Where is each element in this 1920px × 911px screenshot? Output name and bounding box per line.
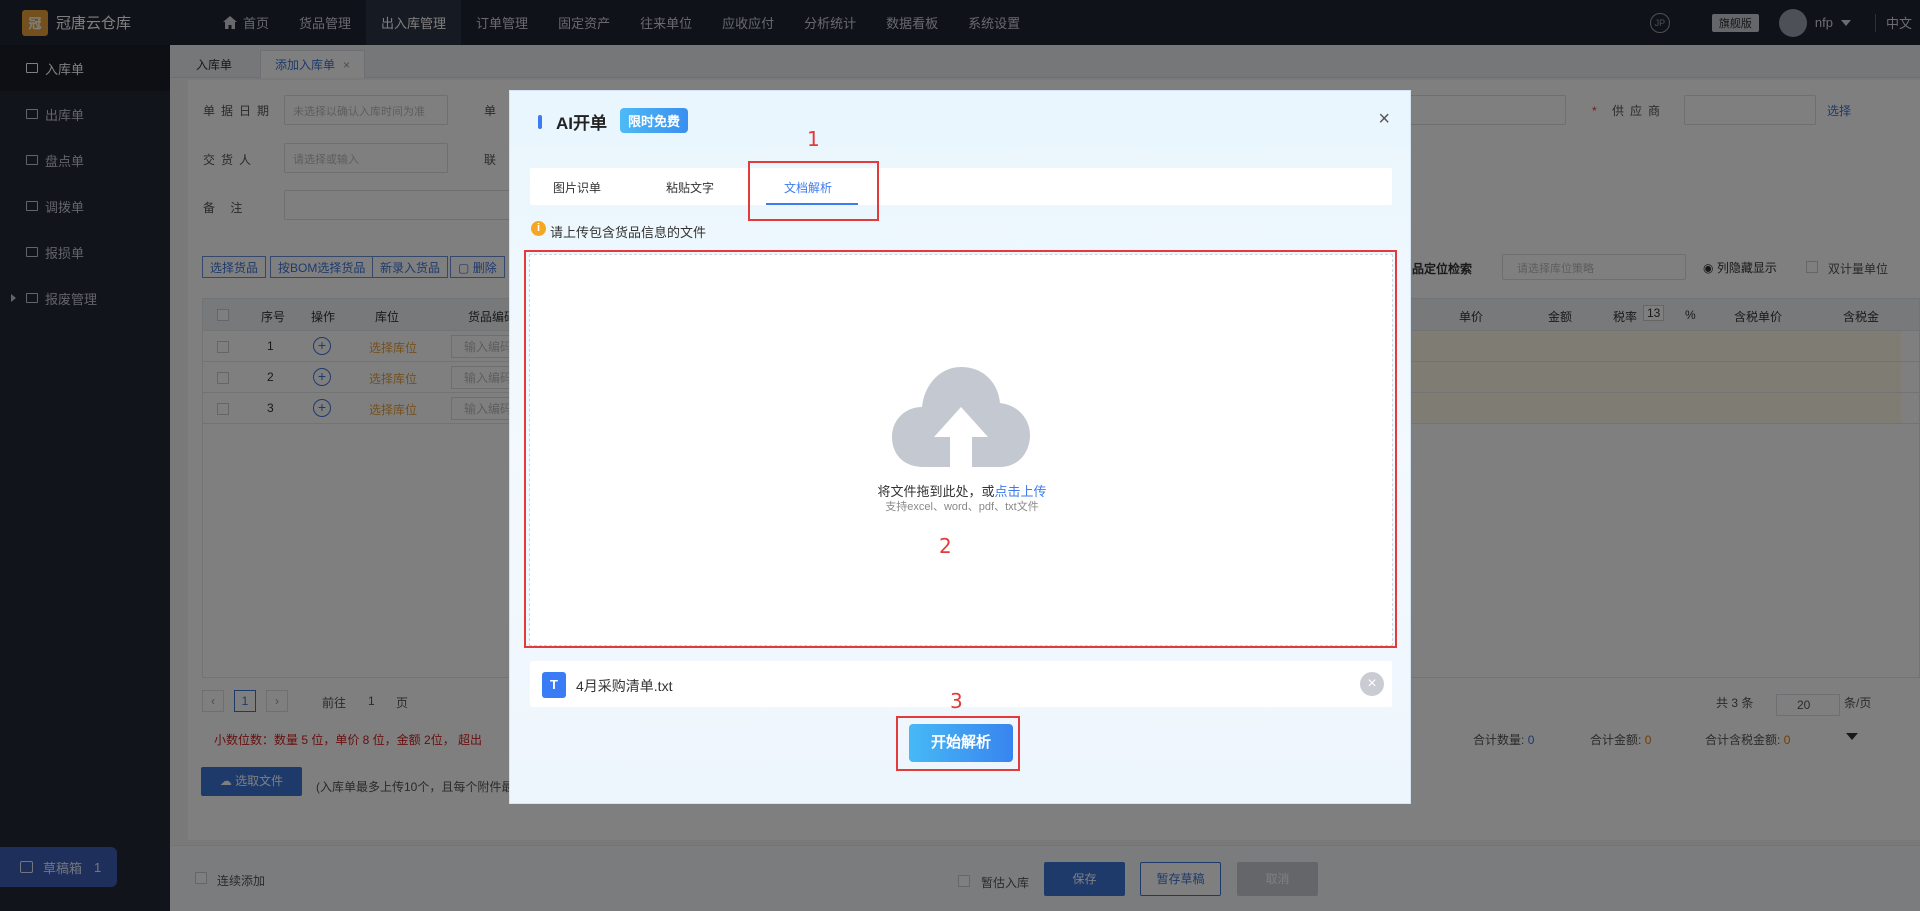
txt-file-icon: T xyxy=(542,672,566,698)
tab-paste-text[interactable]: 粘贴文字 xyxy=(666,179,714,196)
annotation-box-3 xyxy=(896,716,1020,771)
annotation-box-2 xyxy=(524,250,1397,648)
annotation-number-1: 1 xyxy=(807,127,820,151)
file-name: 4月采购清单.txt xyxy=(576,678,673,694)
dialog-tabs: 图片识单 粘贴文字 文档解析 xyxy=(530,168,1392,205)
annotation-box-1 xyxy=(748,161,879,221)
remove-file-icon[interactable]: × xyxy=(1360,672,1384,696)
free-badge: 限时免费 xyxy=(620,108,689,133)
upload-hint: 请上传包含货品信息的文件 xyxy=(550,225,707,240)
tab-image-recognition[interactable]: 图片识单 xyxy=(553,179,601,196)
annotation-number-3: 3 xyxy=(950,689,963,713)
info-icon: i xyxy=(531,221,546,236)
title-accent xyxy=(538,115,542,129)
close-icon[interactable]: × xyxy=(1378,109,1390,129)
dialog-title: AI开单 xyxy=(556,114,607,133)
annotation-number-2: 2 xyxy=(939,534,952,558)
